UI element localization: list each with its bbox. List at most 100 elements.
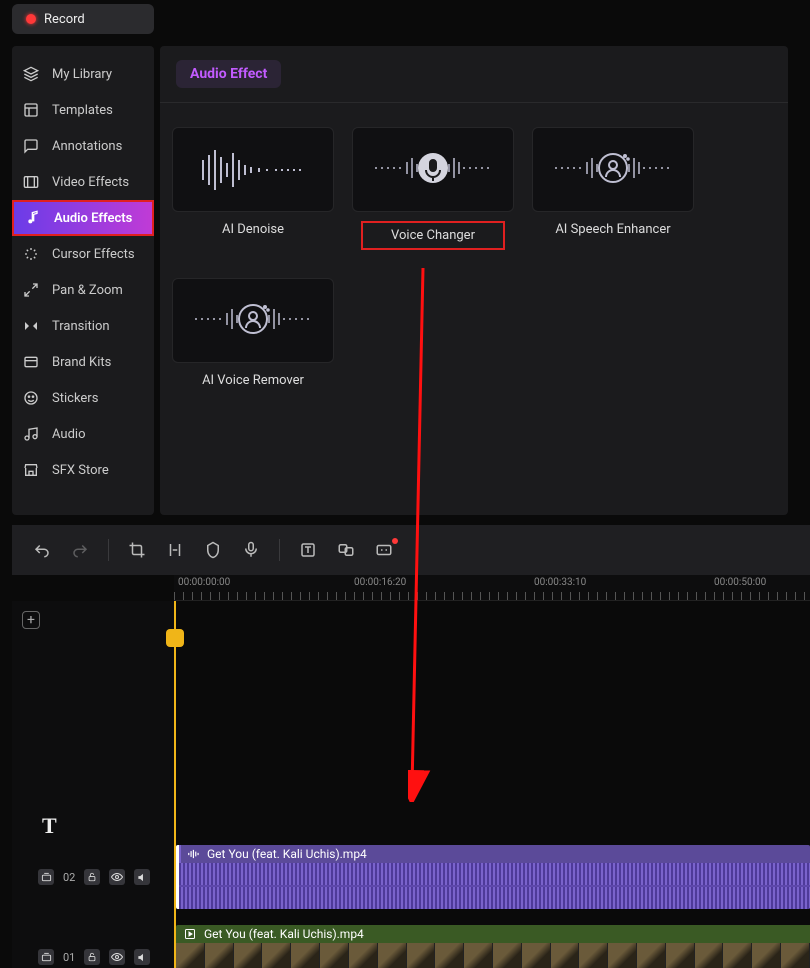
sidebar-item-label: My Library	[52, 67, 112, 82]
timeline-ruler[interactable]: 00:00:00:00 00:00:16:20 00:00:33:10 00:0…	[174, 575, 810, 601]
track-row-video: 01 Get You (feat. Kali Uchis).mp4	[12, 921, 810, 968]
ruler-marks	[174, 592, 810, 600]
split-button[interactable]	[165, 540, 185, 560]
panel-header: Audio Effect	[160, 46, 788, 103]
ruler-tick: 00:00:50:00	[714, 577, 766, 588]
track-mute-button[interactable]	[134, 869, 150, 885]
sidebar-item-audio[interactable]: Audio	[12, 416, 154, 452]
sidebar-item-label: Video Effects	[52, 175, 129, 190]
sidebar-item-my-library[interactable]: My Library	[12, 56, 154, 92]
video-clip-icon	[184, 928, 196, 940]
video-clip[interactable]: Get You (feat. Kali Uchis).mp4	[176, 925, 810, 968]
sidebar-item-pan-zoom[interactable]: Pan & Zoom	[12, 272, 154, 308]
add-track-button[interactable]: +	[22, 611, 40, 629]
track-mute-button[interactable]	[134, 949, 150, 965]
stickers-icon	[22, 390, 40, 406]
effects-panel: Audio Effect AI Denoise	[160, 46, 788, 515]
track-number: 01	[63, 951, 75, 964]
tracks-area[interactable]: + T 02 Get You (feat. Kali Uchis).mp4	[12, 601, 810, 968]
track-visibility-button[interactable]	[109, 869, 125, 885]
track-type-icon	[38, 949, 54, 965]
effect-thumb	[172, 278, 334, 363]
crop-button[interactable]	[127, 540, 147, 560]
sidebar-item-label: Pan & Zoom	[52, 283, 123, 298]
pan-zoom-icon	[22, 282, 40, 298]
sidebar-item-label: Brand Kits	[52, 355, 111, 370]
undo-button[interactable]	[32, 540, 52, 560]
template-icon	[22, 102, 40, 118]
sidebar-item-label: Transition	[52, 319, 110, 334]
track-visibility-button[interactable]	[109, 949, 125, 965]
cursor-effects-icon	[22, 246, 40, 262]
store-icon	[22, 462, 40, 478]
sidebar-item-sfx-store[interactable]: SFX Store	[12, 452, 154, 488]
clip-title-text: Get You (feat. Kali Uchis).mp4	[204, 927, 364, 941]
effects-grid: AI Denoise Voice C	[160, 103, 788, 412]
track-lock-button[interactable]	[84, 869, 100, 885]
redo-button[interactable]	[70, 540, 90, 560]
sidebar-item-brand-kits[interactable]: Brand Kits	[12, 344, 154, 380]
effect-label: AI Voice Remover	[202, 373, 304, 388]
sidebar-item-transition[interactable]: Transition	[12, 308, 154, 344]
effect-label: AI Speech Enhancer	[555, 222, 670, 237]
ruler-tick: 00:00:00:00	[178, 577, 230, 588]
text-track-icon[interactable]: T	[42, 813, 57, 839]
voiceover-button[interactable]	[241, 540, 261, 560]
audio-effects-icon	[24, 210, 42, 226]
sidebar-item-stickers[interactable]: Stickers	[12, 380, 154, 416]
sidebar-item-label: SFX Store	[52, 463, 109, 478]
sidebar-item-video-effects[interactable]: Video Effects	[12, 164, 154, 200]
playhead-handle[interactable]	[166, 629, 184, 647]
transition-icon	[22, 318, 40, 334]
effect-thumb	[532, 127, 694, 212]
ruler-tick: 00:00:33:10	[534, 577, 586, 588]
record-button[interactable]: Record	[12, 4, 154, 34]
sidebar-item-templates[interactable]: Templates	[12, 92, 154, 128]
effect-label: Voice Changer	[361, 221, 505, 250]
sidebar-item-label: Stickers	[52, 391, 98, 406]
effect-card-voice-changer[interactable]: Voice Changer	[348, 127, 518, 250]
text-button[interactable]	[298, 540, 318, 560]
sidebar-item-annotations[interactable]: Annotations	[12, 128, 154, 164]
clip-title-text: Get You (feat. Kali Uchis).mp4	[207, 847, 367, 861]
track-controls: 02	[12, 841, 174, 913]
video-effects-icon	[22, 174, 40, 190]
audio-clip[interactable]: Get You (feat. Kali Uchis).mp4	[176, 845, 810, 909]
layers-icon	[22, 66, 40, 82]
voice-changer-icon	[363, 140, 503, 200]
sidebar: My Library Templates Annotations Video E…	[12, 46, 154, 515]
annotation-icon	[22, 138, 40, 154]
effect-card-ai-speech-enhancer[interactable]: AI Speech Enhancer	[528, 127, 698, 250]
record-dot-icon	[26, 14, 36, 24]
effect-card-ai-voice-remover[interactable]: AI Voice Remover	[168, 278, 338, 388]
effect-card-ai-denoise[interactable]: AI Denoise	[168, 127, 338, 250]
voice-remover-icon	[183, 291, 323, 351]
divider	[279, 539, 280, 561]
ruler-tick: 00:00:16:20	[354, 577, 406, 588]
effect-thumb	[172, 127, 334, 212]
waveform	[179, 863, 810, 909]
sidebar-item-label: Cursor Effects	[52, 247, 135, 262]
track-lock-button[interactable]	[84, 949, 100, 965]
sidebar-item-label: Audio	[52, 427, 85, 442]
brand-kits-icon	[22, 354, 40, 370]
group-button[interactable]	[336, 540, 356, 560]
divider	[108, 539, 109, 561]
effect-label: AI Denoise	[222, 222, 284, 237]
sidebar-item-audio-effects[interactable]: Audio Effects	[12, 200, 154, 236]
caption-button[interactable]	[374, 540, 394, 560]
sidebar-item-label: Annotations	[52, 139, 122, 154]
sidebar-item-cursor-effects[interactable]: Cursor Effects	[12, 236, 154, 272]
track-row-audio: 02 Get You (feat. Kali Uchis).mp4	[12, 841, 810, 913]
timeline: 00:00:00:00 00:00:16:20 00:00:33:10 00:0…	[12, 525, 810, 968]
speech-enhancer-icon	[543, 140, 683, 200]
sidebar-item-label: Templates	[52, 103, 113, 118]
track-controls: 01	[12, 921, 174, 968]
marker-button[interactable]	[203, 540, 223, 560]
waveform-icon	[183, 145, 323, 195]
record-label: Record	[44, 12, 85, 27]
track-type-icon	[38, 869, 54, 885]
panel-title-pill[interactable]: Audio Effect	[176, 60, 281, 88]
video-thumbnails	[176, 943, 810, 968]
sidebar-item-label: Audio Effects	[54, 211, 132, 226]
